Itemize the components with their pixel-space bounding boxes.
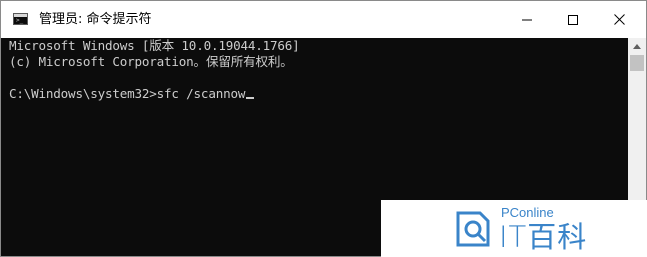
text-cursor [246, 97, 255, 99]
maximize-icon [568, 14, 578, 25]
title-bar[interactable]: >_ 管理员: 命令提示符 [1, 1, 646, 38]
chevron-up-icon [633, 44, 641, 49]
watermark-brand: PConline [501, 205, 554, 220]
minimize-icon [522, 19, 532, 20]
command-text: C:\Windows\system32>sfc /scannow [9, 86, 246, 101]
console-line-version: Microsoft Windows [版本 10.0.19044.1766] [9, 38, 300, 53]
scrollbar-thumb[interactable] [630, 55, 644, 71]
close-icon [613, 14, 625, 25]
pconline-watermark: PConline IT百科 [381, 200, 647, 257]
watermark-name: IT百科 [499, 220, 588, 254]
scroll-up-button[interactable] [628, 38, 646, 55]
console-line-copyright: (c) Microsoft Corporation。保留所有权利。 [9, 54, 293, 69]
minimize-button[interactable] [504, 1, 550, 38]
console-command-line[interactable]: C:\Windows\system32>sfc /scannow [9, 86, 255, 102]
close-button[interactable] [596, 1, 642, 38]
pconline-logo-icon [456, 211, 490, 247]
command-prompt-icon: >_ [13, 13, 28, 25]
window-title: 管理员: 命令提示符 [39, 12, 152, 27]
maximize-button[interactable] [550, 1, 596, 38]
